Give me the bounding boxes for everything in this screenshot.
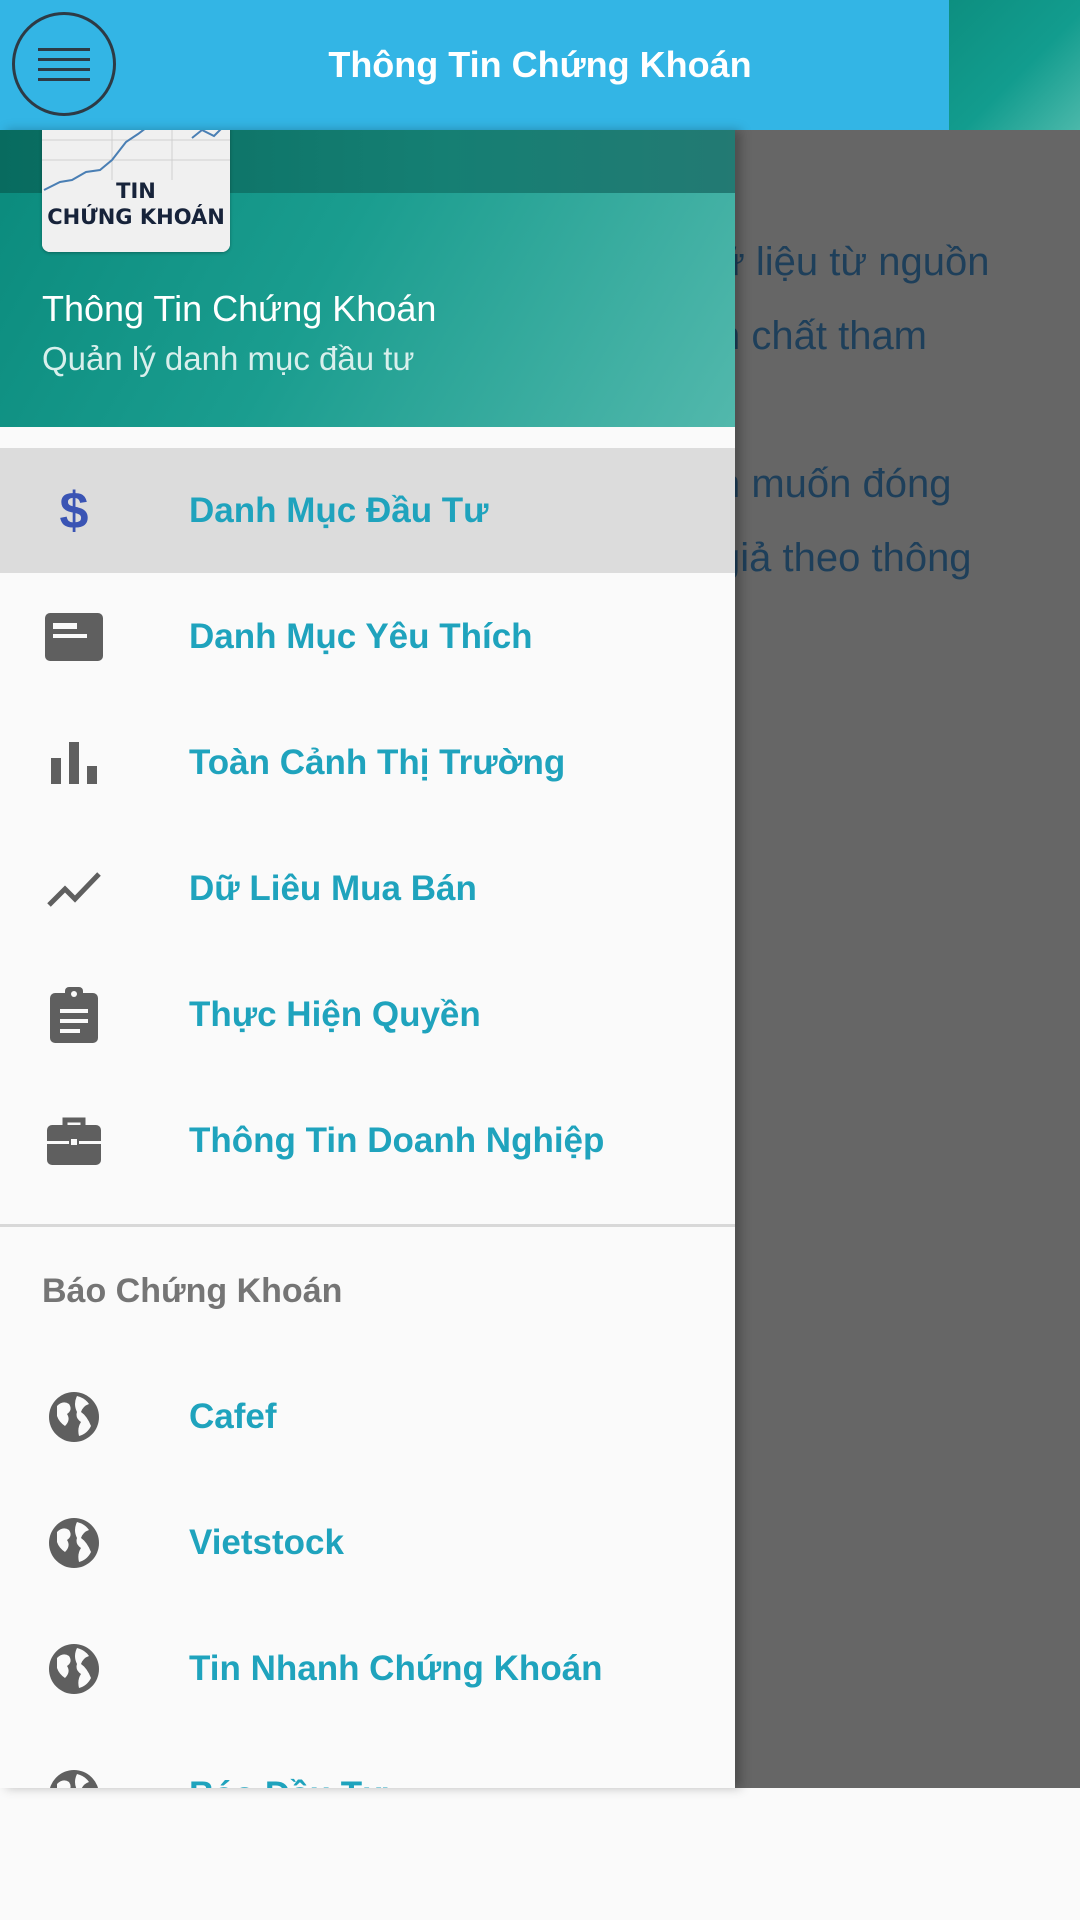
globe-icon	[42, 1763, 106, 1788]
briefcase-icon	[42, 1109, 106, 1173]
globe-icon	[42, 1511, 106, 1575]
bottom-blank-area	[0, 1788, 1080, 1920]
app-bar-edge	[949, 0, 1080, 130]
app-logo: TIN CHỨNG KHOÁN	[42, 130, 230, 252]
drawer-divider	[0, 1224, 735, 1227]
bar-chart-icon	[42, 731, 106, 795]
logo-text-line: TIN	[116, 179, 156, 203]
hamburger-menu-icon	[38, 48, 90, 81]
nav-item-label: Vietstock	[189, 1522, 344, 1562]
nav-item-toan-canh-thi-truong[interactable]: Toàn Cảnh Thị Trường	[0, 700, 735, 825]
nav-item-label: Tin Nhanh Chứng Khoán	[189, 1648, 603, 1688]
trending-line-icon	[42, 857, 106, 921]
nav-item-vietstock[interactable]: Vietstock	[0, 1480, 735, 1605]
nav-item-label: Thông Tin Doanh Nghiệp	[189, 1120, 605, 1160]
background-text-line: giả theo thông	[718, 536, 972, 580]
section-header: Báo Chứng Khoán	[42, 1272, 343, 1310]
app-bar	[0, 0, 949, 130]
nav-item-label: Danh Mục Yêu Thích	[189, 616, 533, 656]
nav-item-du-lieu-mua-ban[interactable]: Dữ Liêu Mua Bán	[0, 826, 735, 951]
drawer-header-title: Thông Tin Chứng Khoán	[42, 288, 437, 329]
nav-item-label: Toàn Cảnh Thị Trường	[189, 742, 566, 782]
dollar-icon: $	[59, 481, 89, 540]
hamburger-menu-button[interactable]	[12, 12, 116, 116]
card-icon	[42, 605, 106, 669]
navigation-drawer: TIN CHỨNG KHOÁN Thông Tin Chứng Khoán Qu…	[0, 130, 735, 1788]
nav-item-tin-nhanh-chung-khoan[interactable]: Tin Nhanh Chứng Khoán	[0, 1606, 735, 1731]
logo-text-line: CHỨNG KHOÁN	[47, 205, 225, 229]
nav-item-cafef[interactable]: Cafef	[0, 1354, 735, 1479]
drawer-header: TIN CHỨNG KHOÁN Thông Tin Chứng Khoán Qu…	[0, 130, 735, 427]
background-text-line: n muốn đóng	[718, 462, 952, 506]
nav-item-label: Danh Mục Đầu Tư	[189, 490, 489, 530]
nav-item-label: Cafef	[189, 1396, 277, 1436]
nav-item-label: Báo Đầu Tư	[189, 1775, 387, 1789]
globe-icon	[42, 1385, 106, 1449]
nav-item-bao-dau-tu[interactable]: Báo Đầu Tư	[0, 1732, 735, 1788]
nav-item-label: Dữ Liêu Mua Bán	[189, 868, 477, 908]
drawer-header-subtitle: Quản lý danh mục đầu tư	[42, 340, 415, 377]
clipboard-icon	[42, 983, 106, 1047]
nav-item-danh-muc-yeu-thich[interactable]: Danh Mục Yêu Thích	[0, 574, 735, 699]
background-text-line: h chất tham	[718, 314, 928, 358]
globe-icon	[42, 1637, 106, 1701]
nav-item-thong-tin-doanh-nghiep[interactable]: Thông Tin Doanh Nghiệp	[0, 1078, 735, 1203]
nav-item-danh-muc-dau-tu[interactable]: $ Danh Mục Đầu Tư	[0, 448, 735, 573]
nav-item-label: Thực Hiện Quyền	[189, 994, 481, 1034]
background-text-line: ữ liệu từ nguồn	[718, 240, 990, 284]
nav-item-thuc-hien-quyen[interactable]: Thực Hiện Quyền	[0, 952, 735, 1077]
